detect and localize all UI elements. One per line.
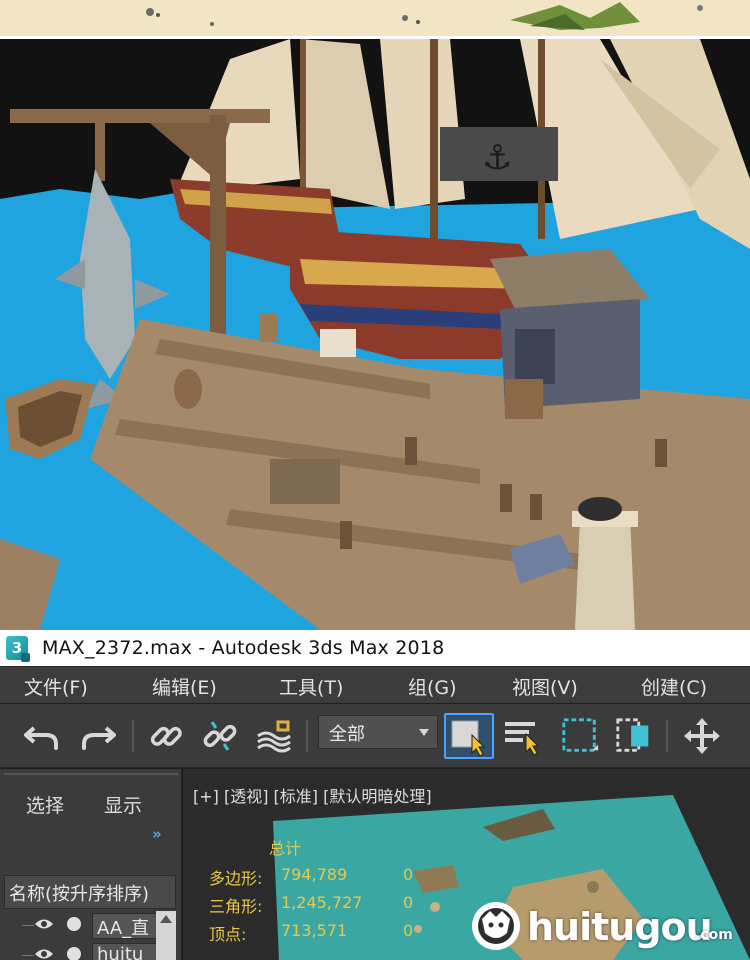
render-scene-image: ⚓ bbox=[0, 39, 750, 630]
stats-label: 多边形: bbox=[209, 869, 263, 888]
eye-icon[interactable] bbox=[34, 917, 54, 931]
tree-line bbox=[22, 925, 34, 926]
huitugou-logo-icon bbox=[472, 902, 520, 950]
menu-bar: 文件(F) 编辑(E) 工具(T) 组(G) 视图(V) 创建(C) bbox=[0, 666, 750, 704]
double-chevron-right-icon[interactable]: » bbox=[152, 825, 162, 843]
watermark-text: huitugou bbox=[527, 905, 713, 949]
stats-row: 顶点: 713,571 0 bbox=[209, 921, 413, 945]
menu-edit[interactable]: 编辑(E) bbox=[152, 673, 217, 700]
main-toolbar: 全部 bbox=[0, 704, 750, 768]
stats-label: 顶点: bbox=[209, 925, 247, 944]
toolbar-separator bbox=[132, 720, 134, 752]
bind-space-warp-icon[interactable] bbox=[254, 716, 294, 756]
stats-selected: 0 bbox=[403, 921, 414, 940]
stats-row: 三角形: 1,245,727 0 bbox=[209, 893, 413, 917]
object-name: AA_直 bbox=[92, 913, 158, 939]
menu-file[interactable]: 文件(F) bbox=[24, 673, 88, 700]
3dsmax-logo-icon: 3 bbox=[6, 636, 30, 662]
stats-row: 多边形: 794,789 0 bbox=[209, 865, 413, 889]
scrollbar[interactable] bbox=[156, 911, 176, 960]
toolbar-separator bbox=[306, 720, 308, 752]
window-title-bar: 3 MAX_2372.max - Autodesk 3ds Max 2018 bbox=[0, 630, 750, 666]
object-name: huitu bbox=[92, 943, 158, 960]
stats-value: 794,789 bbox=[281, 865, 348, 884]
stats-value: 1,245,727 bbox=[281, 893, 363, 912]
render-toggle-icon[interactable] bbox=[67, 917, 81, 931]
unlink-icon[interactable] bbox=[200, 716, 240, 756]
menu-group[interactable]: 组(G) bbox=[408, 673, 457, 700]
select-object-button[interactable] bbox=[444, 713, 494, 759]
toolbar-separator bbox=[666, 720, 668, 752]
window-crossing-icon[interactable] bbox=[614, 716, 654, 756]
chevron-down-icon bbox=[419, 729, 429, 736]
scroll-up-icon[interactable] bbox=[160, 915, 172, 923]
list-item[interactable]: AA_直 bbox=[4, 911, 176, 939]
tree-line bbox=[22, 955, 34, 956]
stats-label: 三角形: bbox=[209, 897, 263, 916]
move-icon[interactable] bbox=[682, 716, 722, 756]
link-icon[interactable] bbox=[146, 716, 186, 756]
watermark: huitugou .com bbox=[469, 899, 739, 955]
rectangular-selection-icon[interactable] bbox=[560, 716, 600, 756]
tab-select[interactable]: 选择 bbox=[26, 791, 64, 818]
stats-selected: 0 bbox=[403, 893, 414, 912]
scene-explorer-panel: 选择 显示 » 名称(按升序排序) AA_直 huitu bbox=[0, 769, 182, 960]
select-by-name-icon[interactable] bbox=[502, 716, 542, 756]
list-item[interactable]: huitu bbox=[4, 941, 176, 960]
window-title: MAX_2372.max - Autodesk 3ds Max 2018 bbox=[42, 637, 445, 659]
tab-display[interactable]: 显示 bbox=[104, 791, 142, 818]
sand-strip-image bbox=[0, 0, 750, 36]
undo-icon[interactable] bbox=[22, 716, 62, 756]
column-header-name[interactable]: 名称(按升序排序) bbox=[4, 875, 176, 909]
stats-header: 总计 bbox=[269, 839, 302, 858]
eye-icon[interactable] bbox=[34, 947, 54, 960]
svg-text:⚓: ⚓ bbox=[482, 138, 512, 178]
stats-value: 713,571 bbox=[281, 921, 348, 940]
watermark-suffix: .com bbox=[695, 927, 733, 943]
stats-selected: 0 bbox=[403, 865, 414, 884]
selection-filter-value: 全部 bbox=[329, 724, 365, 745]
menu-tools[interactable]: 工具(T) bbox=[279, 673, 343, 700]
redo-icon[interactable] bbox=[78, 716, 118, 756]
selection-filter-dropdown[interactable]: 全部 bbox=[318, 715, 438, 749]
viewport-label[interactable]: [+] [透视] [标准] [默认明暗处理] bbox=[193, 783, 432, 807]
panel-divider bbox=[4, 773, 178, 775]
render-toggle-icon[interactable] bbox=[67, 947, 81, 960]
menu-view[interactable]: 视图(V) bbox=[512, 673, 578, 700]
menu-create[interactable]: 创建(C) bbox=[641, 673, 707, 700]
